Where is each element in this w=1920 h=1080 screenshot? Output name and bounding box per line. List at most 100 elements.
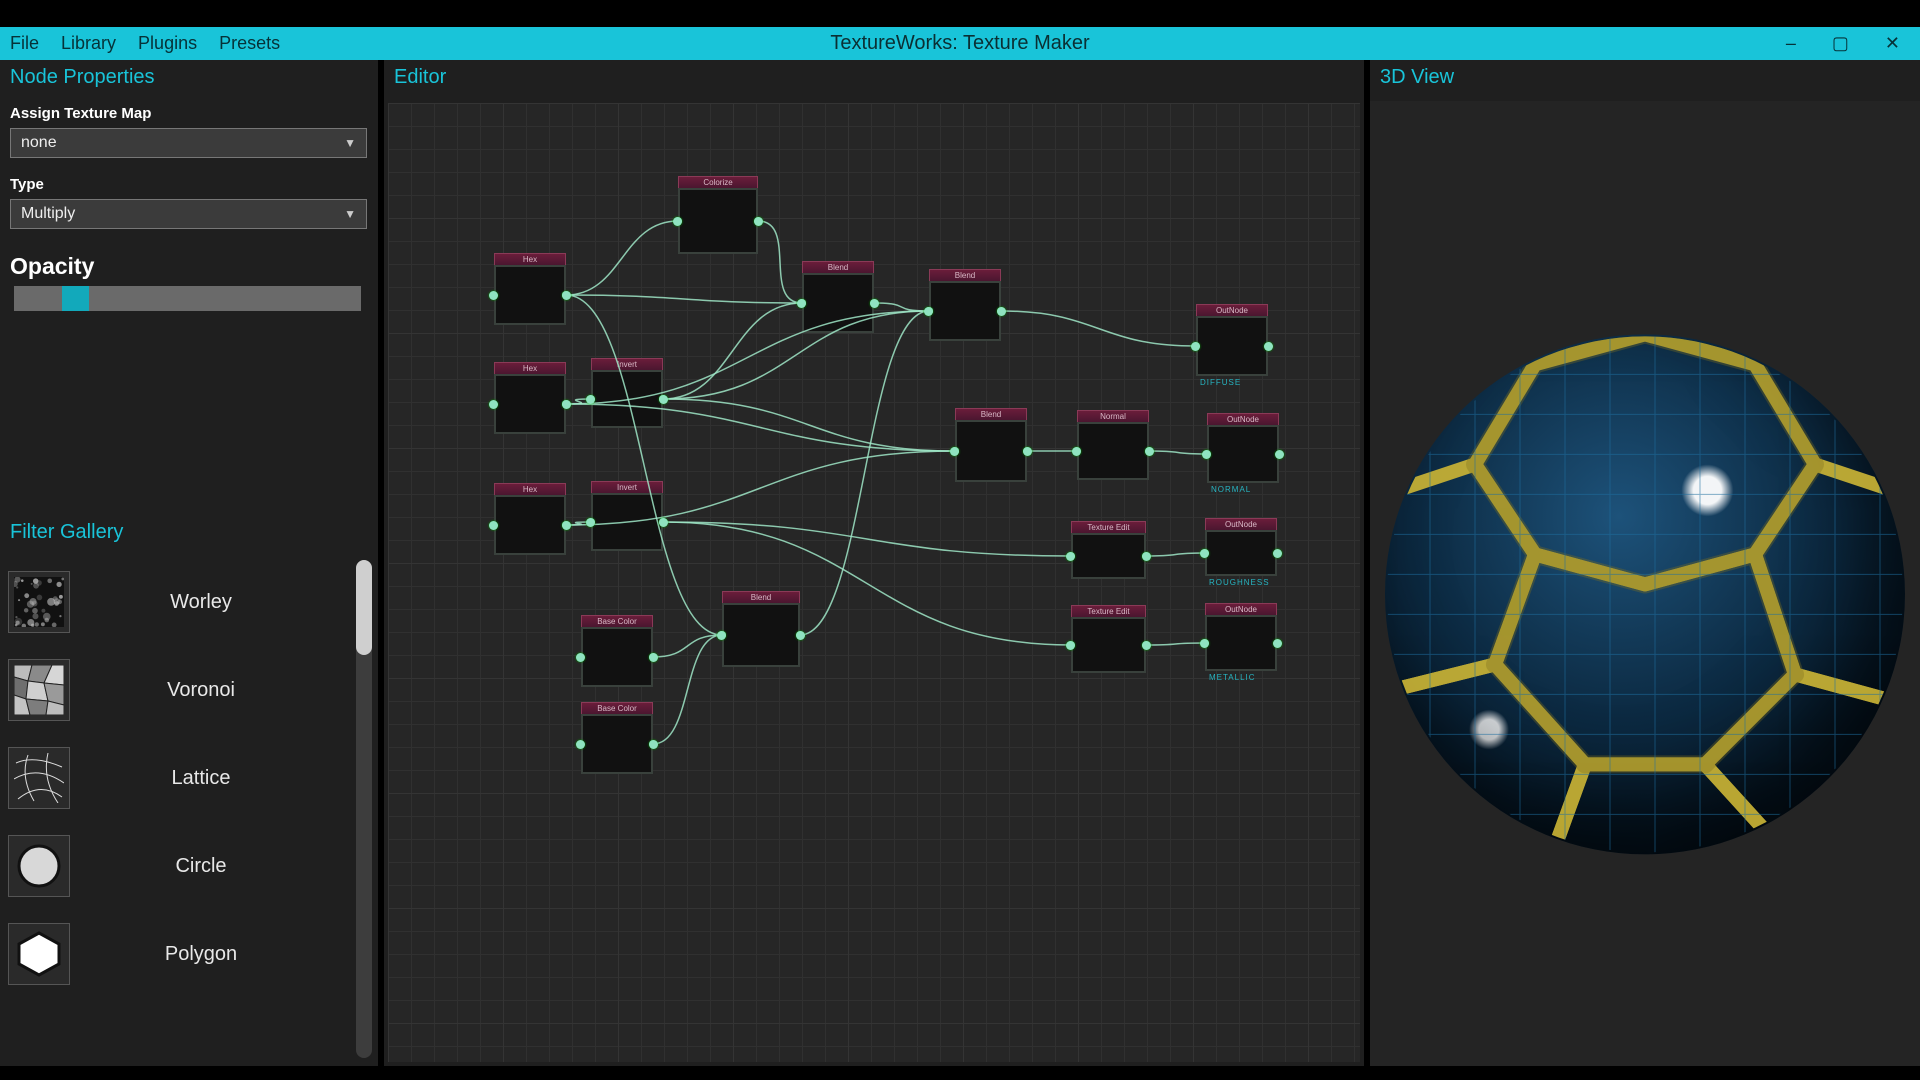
node-input-port[interactable]	[924, 307, 933, 316]
node-base2[interactable]: Base Color	[581, 702, 653, 774]
node-output-port[interactable]	[1273, 549, 1282, 558]
node-output-port[interactable]	[1145, 447, 1154, 456]
node-invert1[interactable]: Invert	[591, 358, 663, 428]
node-output-port[interactable]	[562, 521, 571, 530]
filter-gallery-scroll-thumb[interactable]	[356, 560, 372, 655]
maximize-button[interactable]: ▢	[1832, 33, 1849, 54]
node-input-port[interactable]	[1200, 549, 1209, 558]
node-output-port[interactable]	[1023, 447, 1032, 456]
node-output-port[interactable]	[997, 307, 1006, 316]
filter-item-circle[interactable]: Circle	[8, 822, 352, 910]
node-title: Base Color	[581, 615, 653, 627]
assign-texture-select[interactable]: none ▼	[10, 128, 367, 158]
node-blend3[interactable]: Blend	[955, 408, 1027, 482]
node-input-port[interactable]	[576, 740, 585, 749]
node-input-port[interactable]	[586, 395, 595, 404]
node-input-port[interactable]	[576, 653, 585, 662]
node-out_rough[interactable]: OutNode	[1205, 518, 1277, 576]
filter-item-lattice[interactable]: Lattice	[8, 734, 352, 822]
menu-library[interactable]: Library	[61, 33, 116, 54]
node-title: Invert	[591, 481, 663, 493]
node-texedit1[interactable]: Texture Edit	[1071, 521, 1146, 579]
node-input-port[interactable]	[673, 217, 682, 226]
node-output-port[interactable]	[796, 631, 805, 640]
filter-gallery-header: Filter Gallery	[0, 515, 378, 552]
node-output-port[interactable]	[562, 400, 571, 409]
node-title: Invert	[591, 358, 663, 370]
node-hex3[interactable]: Hex	[494, 483, 566, 555]
node-hex1[interactable]: Hex	[494, 253, 566, 325]
menu-file[interactable]: File	[10, 33, 39, 54]
sphere-hex-overlay	[1385, 334, 1905, 854]
node-title: Blend	[955, 408, 1027, 420]
minimize-button[interactable]: –	[1786, 33, 1796, 54]
node-output-port[interactable]	[1142, 552, 1151, 561]
node-output-port[interactable]	[649, 740, 658, 749]
filter-gallery-scrollbar[interactable]	[356, 560, 372, 1058]
node-input-port[interactable]	[1072, 447, 1081, 456]
node-input-port[interactable]	[1066, 552, 1075, 561]
node-input-port[interactable]	[950, 447, 959, 456]
node-output-port[interactable]	[870, 299, 879, 308]
node-input-port[interactable]	[797, 299, 806, 308]
node-preview	[1071, 533, 1146, 579]
node-out_norm[interactable]: OutNode	[1207, 413, 1279, 483]
node-out_diff[interactable]: OutNode	[1196, 304, 1268, 376]
node-input-port[interactable]	[489, 521, 498, 530]
node-output-port[interactable]	[1142, 641, 1151, 650]
node-colorize[interactable]: Colorize	[678, 176, 758, 254]
node-normal[interactable]: Normal	[1077, 410, 1149, 480]
node-title: Texture Edit	[1071, 521, 1146, 533]
node-editor-canvas[interactable]: Colorize Hex Blend Blend OutNode DIFFUSE Hex In…	[388, 103, 1360, 1062]
node-output-channel: METALLIC	[1209, 673, 1256, 682]
node-preview	[1077, 422, 1149, 480]
node-output-port[interactable]	[1264, 342, 1273, 351]
node-input-port[interactable]	[489, 400, 498, 409]
node-blend2[interactable]: Blend	[929, 269, 1001, 341]
opacity-slider-thumb[interactable]	[62, 286, 89, 311]
opacity-slider[interactable]	[14, 286, 361, 311]
node-output-port[interactable]	[562, 291, 571, 300]
assign-texture-label: Assign Texture Map	[10, 105, 368, 122]
node-preview	[1071, 617, 1146, 673]
voronoi-icon	[8, 659, 70, 721]
node-base1[interactable]: Base Color	[581, 615, 653, 687]
node-input-port[interactable]	[1066, 641, 1075, 650]
filter-item-label: Worley	[90, 591, 352, 614]
node-invert2[interactable]: Invert	[591, 481, 663, 551]
close-button[interactable]: ✕	[1885, 33, 1900, 54]
node-hex2[interactable]: Hex	[494, 362, 566, 434]
node-input-port[interactable]	[717, 631, 726, 640]
node-input-port[interactable]	[1191, 342, 1200, 351]
type-select[interactable]: Multiply ▼	[10, 199, 367, 229]
node-preview	[494, 265, 566, 325]
filter-item-worley[interactable]: Worley	[8, 558, 352, 646]
filter-item-polygon[interactable]: Polygon	[8, 910, 352, 998]
menu-presets[interactable]: Presets	[219, 33, 280, 54]
node-input-port[interactable]	[1202, 450, 1211, 459]
node-input-port[interactable]	[489, 291, 498, 300]
viewport-3d[interactable]	[1370, 101, 1920, 1066]
window-controls: – ▢ ✕	[1786, 33, 1920, 54]
node-texedit2[interactable]: Texture Edit	[1071, 605, 1146, 673]
menu-plugins[interactable]: Plugins	[138, 33, 197, 54]
node-blend1[interactable]: Blend	[802, 261, 874, 333]
node-output-port[interactable]	[659, 395, 668, 404]
filter-item-voronoi[interactable]: Voronoi	[8, 646, 352, 734]
node-title: Hex	[494, 362, 566, 374]
node-input-port[interactable]	[1200, 639, 1209, 648]
node-preview	[581, 627, 653, 687]
node-output-port[interactable]	[659, 518, 668, 527]
node-output-channel: DIFFUSE	[1200, 378, 1241, 387]
node-out_metal[interactable]: OutNode	[1205, 603, 1277, 671]
chevron-down-icon: ▼	[344, 207, 356, 221]
node-blend4[interactable]: Blend	[722, 591, 800, 667]
node-output-port[interactable]	[649, 653, 658, 662]
node-preview	[1205, 615, 1277, 671]
view3d-panel: 3D View	[1370, 60, 1920, 1066]
node-output-port[interactable]	[1275, 450, 1284, 459]
node-input-port[interactable]	[586, 518, 595, 527]
node-output-port[interactable]	[754, 217, 763, 226]
node-output-port[interactable]	[1273, 639, 1282, 648]
node-title: Blend	[722, 591, 800, 603]
